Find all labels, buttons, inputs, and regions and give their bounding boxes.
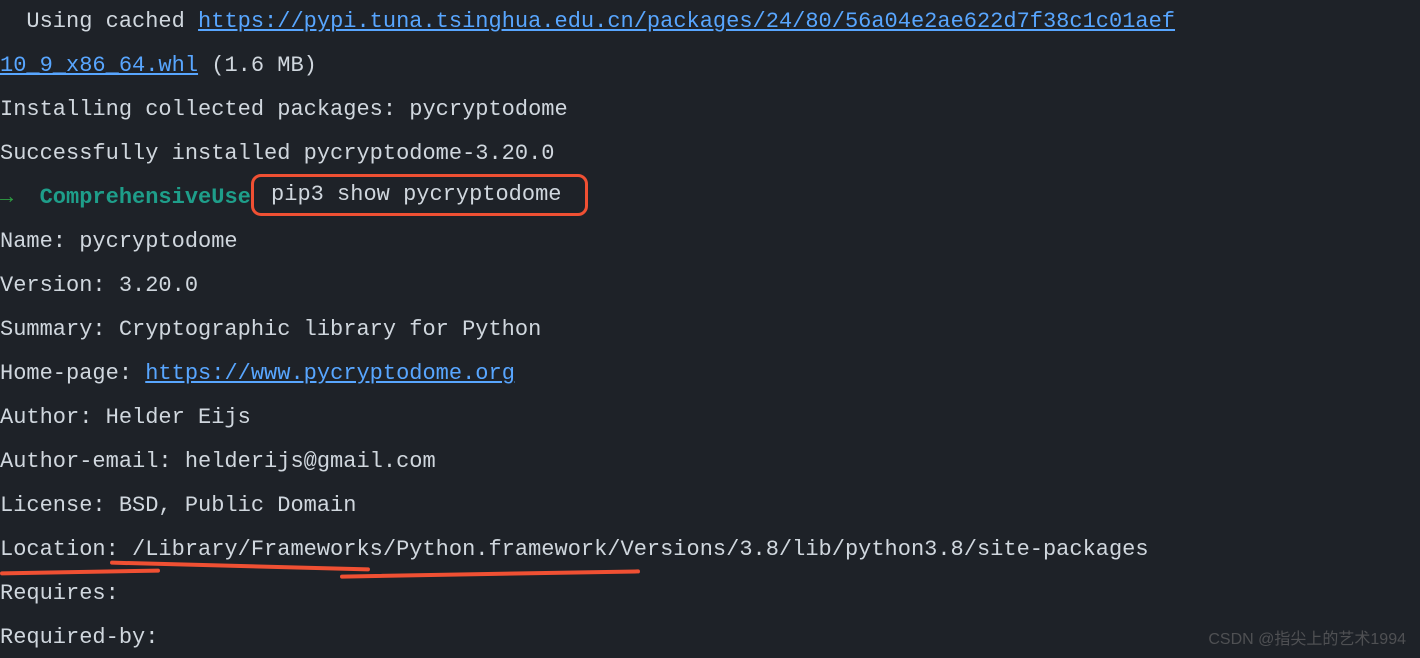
pkg-name: Name: pycryptodome <box>0 220 1420 264</box>
pkg-license: License: BSD, Public Domain <box>0 484 1420 528</box>
success-line: Successfully installed pycryptodome-3.20… <box>0 132 1420 176</box>
homepage-link[interactable]: https://www.pycryptodome.org <box>145 361 515 386</box>
terminal-output: Using cached https://pypi.tuna.tsinghua.… <box>0 0 1420 658</box>
prompt-arrow-icon: → <box>0 185 40 210</box>
cached-url-link[interactable]: https://pypi.tuna.tsinghua.edu.cn/packag… <box>198 9 1175 34</box>
watermark: CSDN @指尖上的艺术1994 <box>1208 630 1406 650</box>
pkg-required-by: Required-by: <box>0 616 1420 658</box>
pkg-author: Author: Helder Eijs <box>0 396 1420 440</box>
installing-line: Installing collected packages: pycryptod… <box>0 88 1420 132</box>
cache-prefix: Using cached <box>0 9 198 34</box>
pkg-homepage: Home-page: https://www.pycryptodome.org <box>0 352 1420 396</box>
prompt-context: ComprehensiveUse <box>40 185 251 210</box>
command-text: pip3 show pycryptodome <box>258 182 575 207</box>
cache-line-wrap: 10_9_x86_64.whl (1.6 MB) <box>0 44 1420 88</box>
cached-url-wrap-link[interactable]: 10_9_x86_64.whl <box>0 53 198 78</box>
homepage-label: Home-page: <box>0 361 145 386</box>
pkg-author-email: Author-email: helderijs@gmail.com <box>0 440 1420 484</box>
pkg-summary: Summary: Cryptographic library for Pytho… <box>0 308 1420 352</box>
cache-size: (1.6 MB) <box>198 53 317 78</box>
prompt-line[interactable]: → ComprehensiveUse pip3 show pycryptodom… <box>0 176 1420 220</box>
pkg-version: Version: 3.20.0 <box>0 264 1420 308</box>
pkg-requires: Requires: <box>0 572 1420 616</box>
cache-line: Using cached https://pypi.tuna.tsinghua.… <box>0 0 1420 44</box>
command-highlight-box: pip3 show pycryptodome <box>251 174 588 216</box>
